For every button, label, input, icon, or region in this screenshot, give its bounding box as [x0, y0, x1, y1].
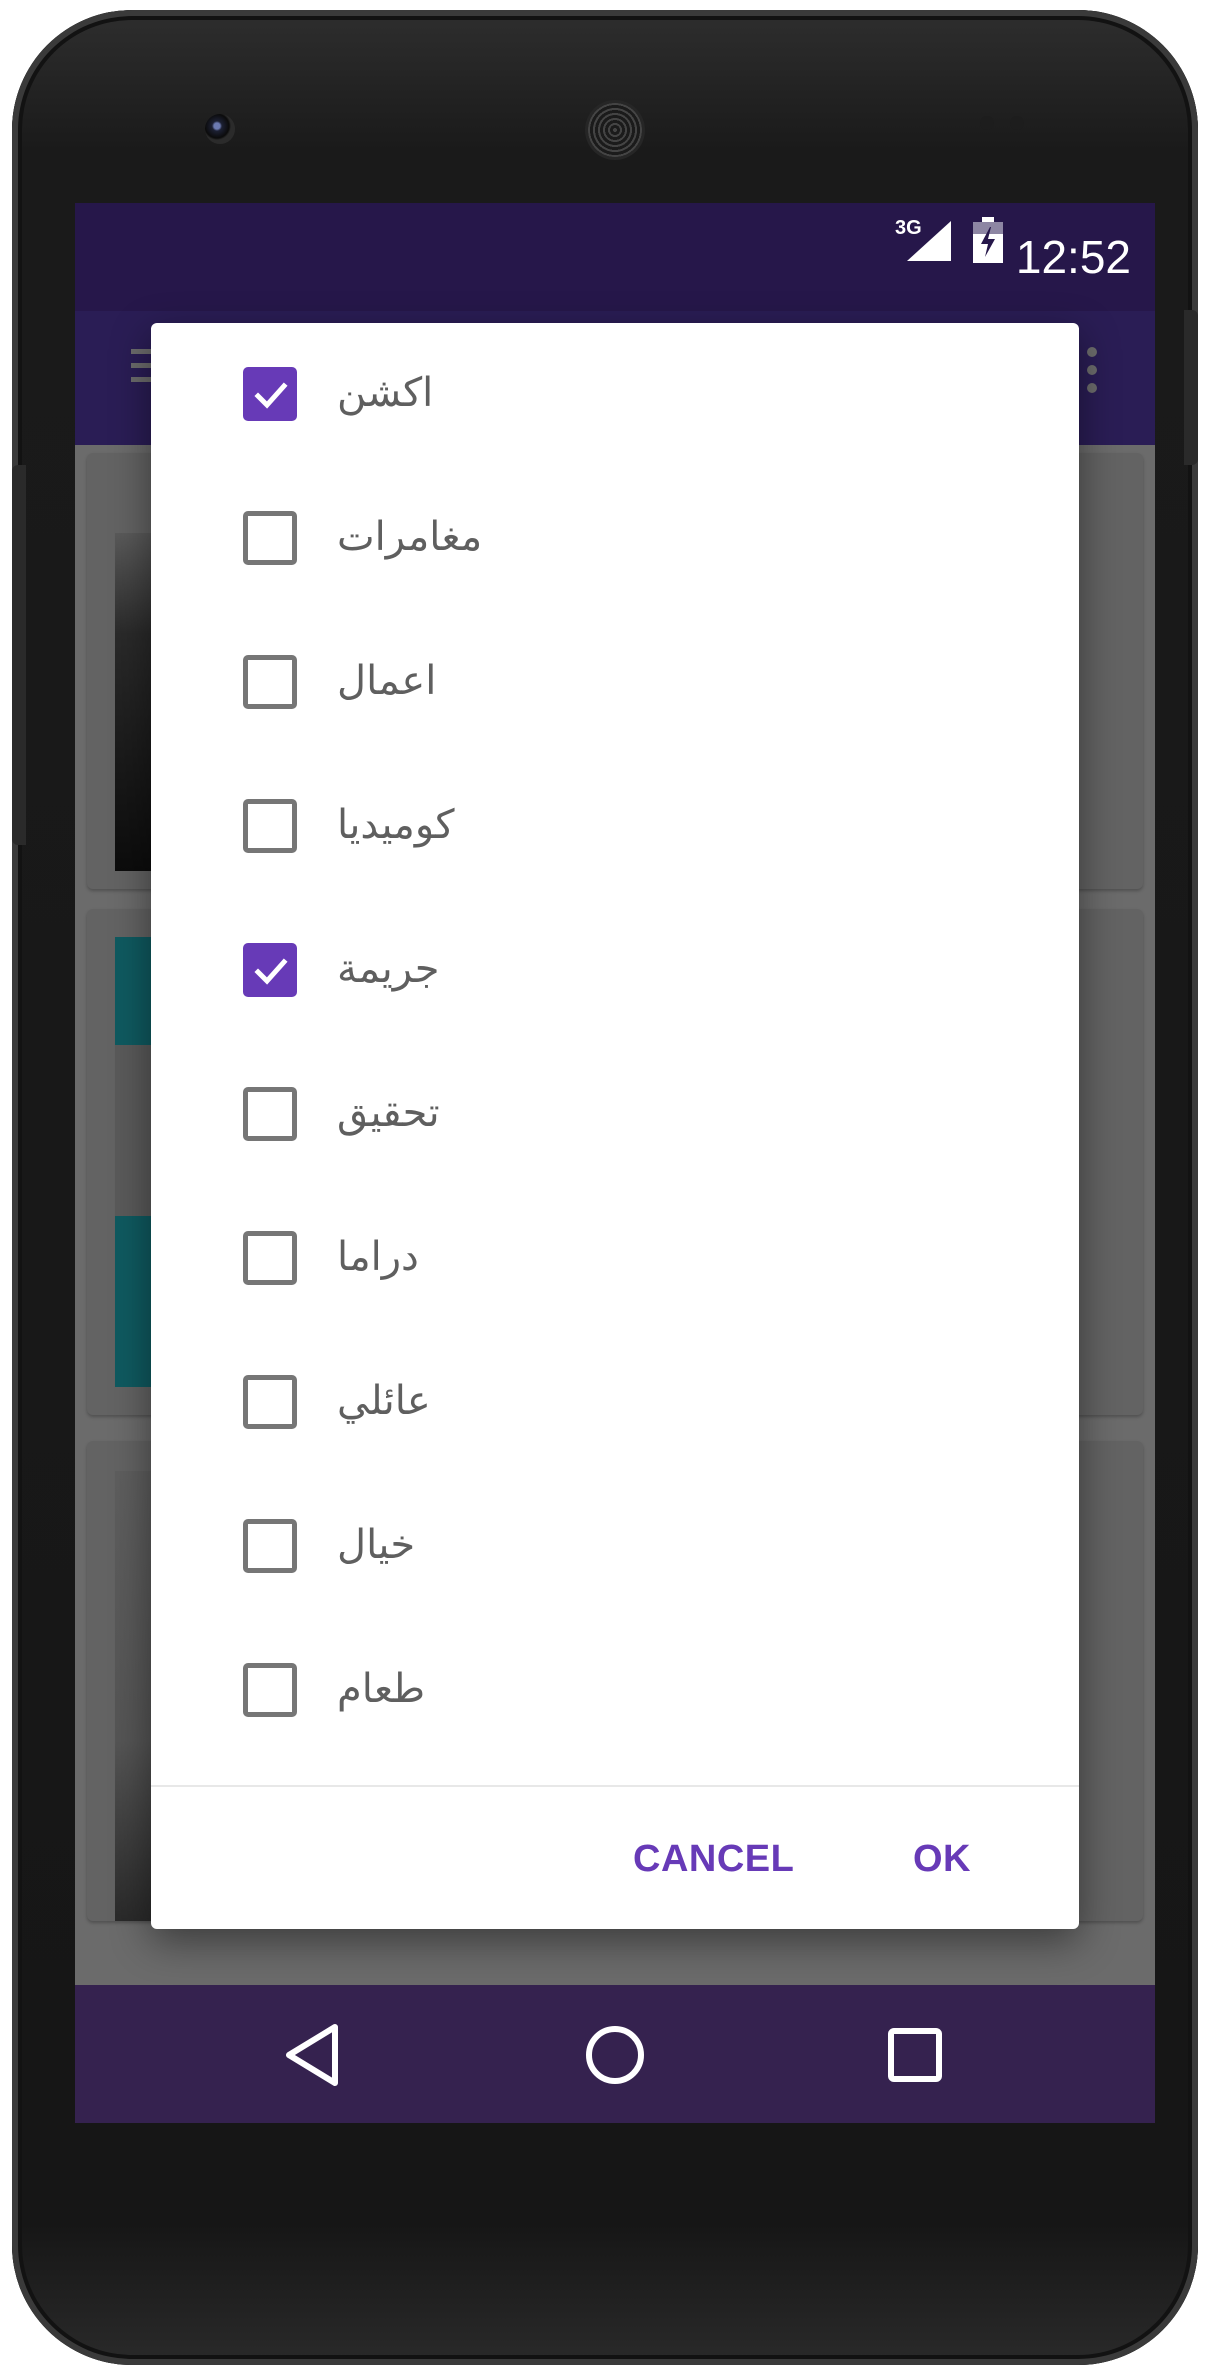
option-label: طعام: [337, 1666, 426, 1712]
checkbox-unchecked[interactable]: [243, 655, 297, 709]
option-label: جريمة: [337, 946, 440, 992]
checkbox-unchecked[interactable]: [243, 511, 297, 565]
volume-button: [12, 465, 26, 845]
proximity-sensor: [980, 116, 994, 130]
option-row[interactable]: خيال: [151, 1475, 1079, 1619]
option-label: اعمال: [337, 658, 437, 704]
option-row[interactable]: طعام: [151, 1619, 1079, 1763]
option-label: تحقيق: [337, 1090, 440, 1136]
option-row[interactable]: تحقيق: [151, 1043, 1079, 1187]
checkbox-unchecked[interactable]: [243, 799, 297, 853]
nav-back-icon[interactable]: [275, 2015, 355, 2095]
signal-icon: [907, 221, 951, 261]
option-label: عائلي: [337, 1378, 431, 1424]
checkbox-unchecked[interactable]: [243, 1087, 297, 1141]
ok-button[interactable]: OK: [895, 1819, 989, 1899]
checkbox-checked[interactable]: [243, 943, 297, 997]
dialog-divider: [151, 1785, 1079, 1787]
option-label: خيال: [337, 1522, 416, 1568]
phone-frame: 3G 12:52 اكشن مغامرات اعمال كوميديا جريم…: [12, 10, 1198, 2365]
option-label: مغامرات: [337, 514, 483, 560]
option-label: دراما: [337, 1234, 419, 1280]
option-label: اكشن: [337, 370, 434, 416]
more-vert-icon[interactable]: [1087, 347, 1097, 401]
checkbox-unchecked[interactable]: [243, 1231, 297, 1285]
option-row[interactable]: كوميديا: [151, 755, 1079, 899]
option-row[interactable]: اكشن: [151, 323, 1079, 467]
device-screen: 3G 12:52 اكشن مغامرات اعمال كوميديا جريم…: [75, 203, 1155, 2123]
status-time: 12:52: [1015, 231, 1131, 283]
option-row[interactable]: مغامرات: [151, 467, 1079, 611]
checkbox-unchecked[interactable]: [243, 1663, 297, 1717]
navigation-bar: [75, 1985, 1155, 2123]
option-row[interactable]: عائلي: [151, 1331, 1079, 1475]
option-label: كوميديا: [337, 802, 455, 848]
cancel-button[interactable]: CANCEL: [615, 1819, 812, 1899]
front-camera: [205, 114, 235, 144]
checkbox-checked[interactable]: [243, 367, 297, 421]
battery-charging-icon: [973, 217, 1003, 263]
checkmark-icon: [254, 382, 288, 409]
checkbox-unchecked[interactable]: [243, 1375, 297, 1429]
option-row[interactable]: جريمة: [151, 899, 1079, 1043]
power-button: [1184, 310, 1198, 465]
genre-select-dialog: اكشن مغامرات اعمال كوميديا جريمة تحقيق دراما عا…: [151, 323, 1079, 1929]
status-bar: 3G 12:52: [75, 203, 1155, 311]
nav-home-icon[interactable]: [575, 2015, 655, 2095]
earpiece-speaker: [588, 103, 642, 157]
option-row[interactable]: دراما: [151, 1187, 1079, 1331]
nav-recents-icon[interactable]: [875, 2015, 955, 2095]
light-sensor: [1010, 116, 1024, 130]
checkmark-icon: [254, 958, 288, 985]
checkbox-unchecked[interactable]: [243, 1519, 297, 1573]
option-row[interactable]: اعمال: [151, 611, 1079, 755]
